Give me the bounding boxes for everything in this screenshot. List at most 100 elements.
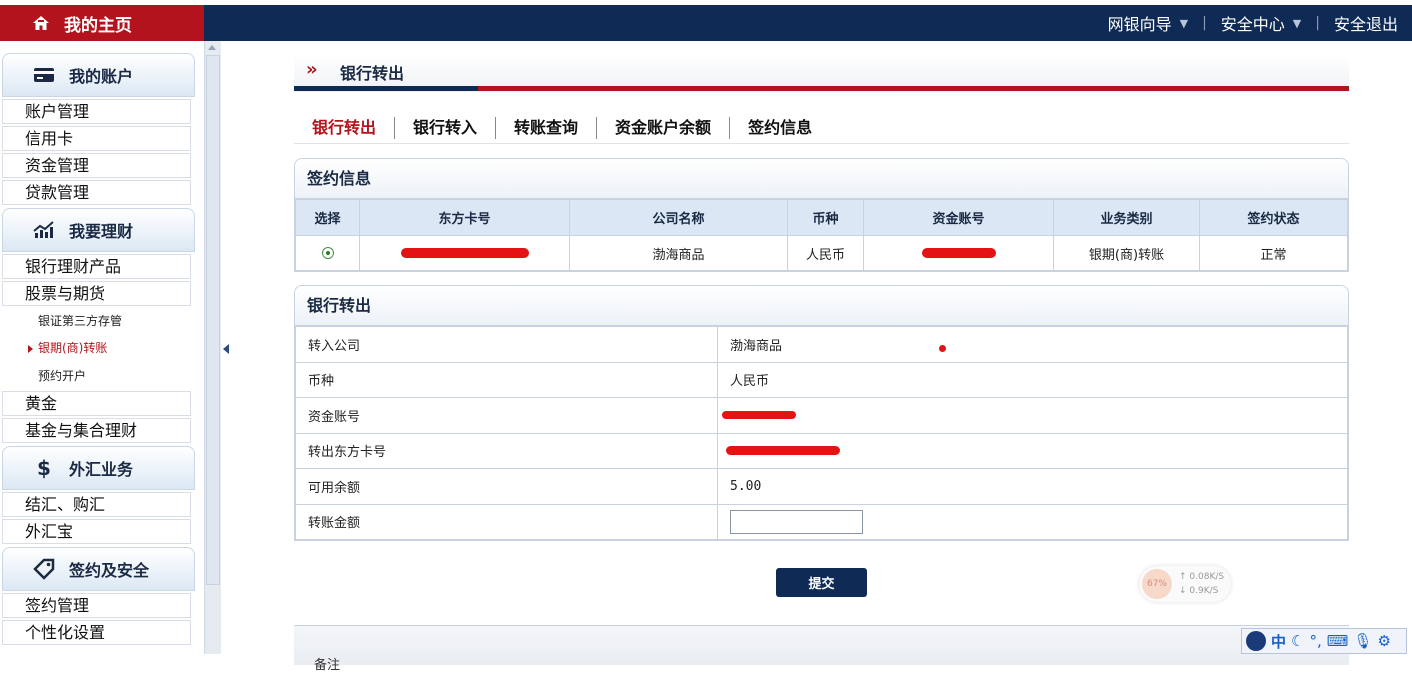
form-row: 转入公司 渤海商品 <box>295 326 1348 363</box>
logout-link[interactable]: 安全退出 <box>1320 11 1412 35</box>
field-value-currency: 人民币 <box>717 361 1348 398</box>
field-label: 币种 <box>295 361 718 398</box>
red-marker <box>939 345 946 352</box>
title-underline <box>294 86 1349 91</box>
chart-icon <box>33 219 55 241</box>
sidebar-section-my-account[interactable]: 我的账户 <box>2 53 195 97</box>
ime-toolbar: 中 ☾ °, ⌨ 🎙 ⚙ <box>1241 628 1407 654</box>
select-radio[interactable] <box>321 247 334 259</box>
sign-info-panel: 签约信息 选择 东方卡号 公司名称 币种 资金账号 业务类别 签约状态 渤海商品… <box>294 158 1349 272</box>
field-value-available-balance: 5.00 <box>717 468 1348 505</box>
sign-info-title: 签约信息 <box>295 159 1348 199</box>
download-speed-value: 0.9K/S <box>1189 586 1219 596</box>
guide-label: 网银向导 <box>1107 15 1172 34</box>
scroll-thumb[interactable] <box>206 55 220 585</box>
security-center-label: 安全中心 <box>1220 15 1285 34</box>
ime-logo-icon[interactable] <box>1246 631 1266 651</box>
tab-bar: 银行转出 银行转入 转账查询 资金账户余额 签约信息 <box>294 112 1349 144</box>
tab-sign-info[interactable]: 签约信息 <box>730 117 830 139</box>
ime-mode-label[interactable]: 中 <box>1271 631 1286 652</box>
sidebar-subitem-reserve-account[interactable]: 预约开户 <box>2 364 191 389</box>
form-row: 转账金额 <box>295 503 1348 540</box>
tab-transfer-query[interactable]: 转账查询 <box>496 116 598 139</box>
security-center-link[interactable]: 安全中心 ▼ <box>1207 11 1315 35</box>
sidebar-subitem-third-party-custody[interactable]: 银证第三方存管 <box>2 309 191 334</box>
sidebar-item-fund-management[interactable]: 资金管理 <box>2 153 191 178</box>
sidebar-item-loan-management[interactable]: 贷款管理 <box>2 180 191 205</box>
section-title: 外汇业务 <box>69 460 134 479</box>
field-label: 转入公司 <box>295 326 718 363</box>
scroll-up-arrow-icon[interactable] <box>208 45 216 50</box>
keyboard-icon[interactable]: ⌨ <box>1327 632 1349 650</box>
status-cell: 正常 <box>1199 235 1348 271</box>
company-cell: 渤海商品 <box>569 235 788 271</box>
form-row: 转出东方卡号 <box>295 432 1348 469</box>
sidebar-item-gold[interactable]: 黄金 <box>2 391 191 416</box>
dropdown-triangle-icon: ▼ <box>1179 16 1189 30</box>
sidebar-section-wealth[interactable]: 我要理财 <box>2 208 195 252</box>
redacted-mark <box>726 446 840 456</box>
section-title: 签约及安全 <box>69 561 150 580</box>
select-cell <box>295 235 360 271</box>
upload-speed: ↑ 0.08K/S <box>1179 572 1225 582</box>
tab-fund-balance[interactable]: 资金账户余额 <box>597 116 731 139</box>
microphone-icon[interactable]: 🎙 <box>1353 632 1372 650</box>
top-links: 网银向导 ▼ | 安全中心 ▼ | 安全退出 <box>1094 5 1412 41</box>
sidebar: 我的账户 账户管理 信用卡 资金管理 贷款管理 我要理财 银行理财产品 股票与期… <box>0 41 204 654</box>
sidebar-item-account-management[interactable]: 账户管理 <box>2 99 191 124</box>
redacted-mark <box>400 248 529 258</box>
table-row: 渤海商品 人民币 银期(商)转账 正常 <box>295 235 1348 271</box>
moon-icon[interactable]: ☾ <box>1291 632 1304 650</box>
network-speed-widget[interactable]: 67% ↑ 0.08K/S ↓ 0.9K/S <box>1139 566 1231 602</box>
business-type-cell: 银期(商)转账 <box>1053 235 1200 271</box>
subitem-label: 银期(商)转账 <box>38 341 108 355</box>
gear-icon[interactable]: ⚙ <box>1377 632 1390 650</box>
notes-label: 备注 <box>314 658 341 673</box>
field-label: 可用余额 <box>295 468 718 505</box>
dropdown-triangle-icon: ▼ <box>1292 16 1302 30</box>
sidebar-subitem-futures-transfer[interactable]: 银期(商)转账 <box>2 336 191 361</box>
sidebar-item-forex-treasure[interactable]: 外汇宝 <box>2 519 191 544</box>
sidebar-item-stocks-futures[interactable]: 股票与期货 <box>2 281 191 306</box>
transfer-form-table: 转入公司 渤海商品 币种 人民币 资金账号 转出东方卡号 可用余额 5.00 转… <box>295 326 1348 540</box>
col-header-currency: 币种 <box>787 199 864 236</box>
double-arrow-icon: » <box>306 59 318 80</box>
sidebar-section-signing-security[interactable]: 签约及安全 <box>2 547 195 591</box>
section-title: 我的账户 <box>69 67 134 86</box>
home-label: 我的主页 <box>64 15 132 36</box>
speed-percent: 67% <box>1142 569 1172 599</box>
home-tab[interactable]: 我的主页 <box>0 5 204 41</box>
sidebar-item-wealth-products[interactable]: 银行理财产品 <box>2 254 191 279</box>
collapse-sidebar-arrow-icon[interactable] <box>223 344 229 354</box>
top-navigation-bar: 我的主页 网银向导 ▼ | 安全中心 ▼ | 安全退出 <box>0 5 1412 41</box>
sidebar-item-credit-card[interactable]: 信用卡 <box>2 126 191 151</box>
title-underline-accent <box>294 86 478 91</box>
transfer-form-panel: 银行转出 转入公司 渤海商品 币种 人民币 资金账号 转出东方卡号 可用余额 5… <box>294 285 1349 541</box>
form-row: 资金账号 <box>295 397 1348 434</box>
section-title: 我要理财 <box>69 222 134 241</box>
sidebar-section-forex[interactable]: $ 外汇业务 <box>2 446 195 490</box>
sidebar-item-forex-exchange[interactable]: 结汇、购汇 <box>2 492 191 517</box>
redacted-mark <box>921 248 996 258</box>
tab-bank-transfer-in[interactable]: 银行转入 <box>395 116 497 139</box>
submit-button[interactable]: 提交 <box>776 568 867 597</box>
redacted-mark <box>722 411 796 420</box>
punctuation-icon[interactable]: °, <box>1309 632 1321 650</box>
sidebar-item-personalization[interactable]: 个性化设置 <box>2 620 191 645</box>
sidebar-scrollbar[interactable] <box>204 41 221 654</box>
sidebar-item-funds[interactable]: 基金与集合理财 <box>2 418 191 443</box>
guide-link[interactable]: 网银向导 ▼ <box>1094 11 1202 35</box>
field-value-card-no <box>717 432 1348 469</box>
field-value-company: 渤海商品 <box>717 326 1348 363</box>
fund-account-cell <box>863 235 1054 271</box>
transfer-amount-input[interactable] <box>730 509 863 534</box>
tag-icon <box>33 558 55 580</box>
field-label: 资金账号 <box>295 397 718 434</box>
sidebar-item-sign-management[interactable]: 签约管理 <box>2 593 191 618</box>
currency-cell: 人民币 <box>787 235 864 271</box>
form-row: 币种 人民币 <box>295 361 1348 398</box>
field-value-fund-account <box>717 397 1348 434</box>
col-header-status: 签约状态 <box>1199 199 1348 236</box>
download-speed: ↓ 0.9K/S <box>1179 586 1219 596</box>
tab-bank-transfer-out[interactable]: 银行转出 <box>294 116 396 139</box>
